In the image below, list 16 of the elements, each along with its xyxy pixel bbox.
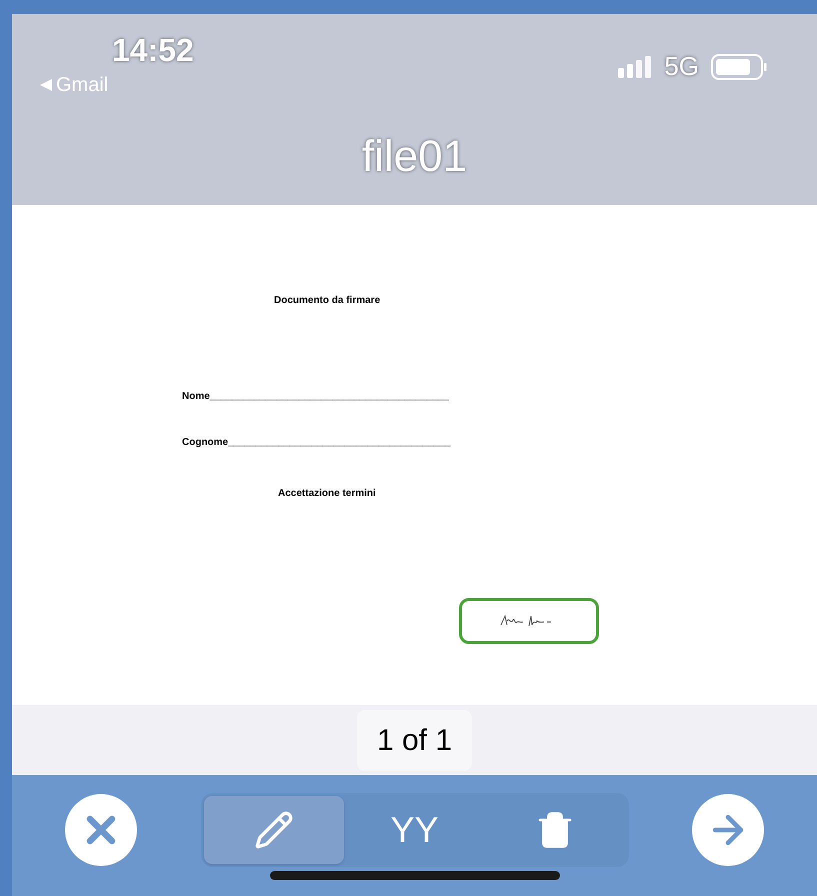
signature-field[interactable] [459, 598, 599, 644]
signal-icon [618, 56, 652, 78]
section-heading: Accettazione termini [278, 487, 376, 501]
form-field-line: Nome___________________________________________ [182, 390, 449, 404]
pen-tool-button[interactable] [204, 796, 344, 864]
document-title: file01 [362, 131, 468, 183]
form-field-line: Cognome________________________________________ [182, 436, 451, 450]
document-heading: Documento da firmare [274, 294, 380, 308]
status-time: 14:52 [112, 31, 194, 70]
text-tool-button[interactable]: YY [344, 796, 485, 864]
back-link[interactable]: Gmail [40, 70, 108, 100]
pen-icon [254, 810, 294, 850]
battery-icon [711, 54, 767, 80]
page-indicator: 1 of 1 [356, 710, 472, 770]
network-label: 5G [664, 50, 699, 83]
back-icon [40, 79, 52, 91]
